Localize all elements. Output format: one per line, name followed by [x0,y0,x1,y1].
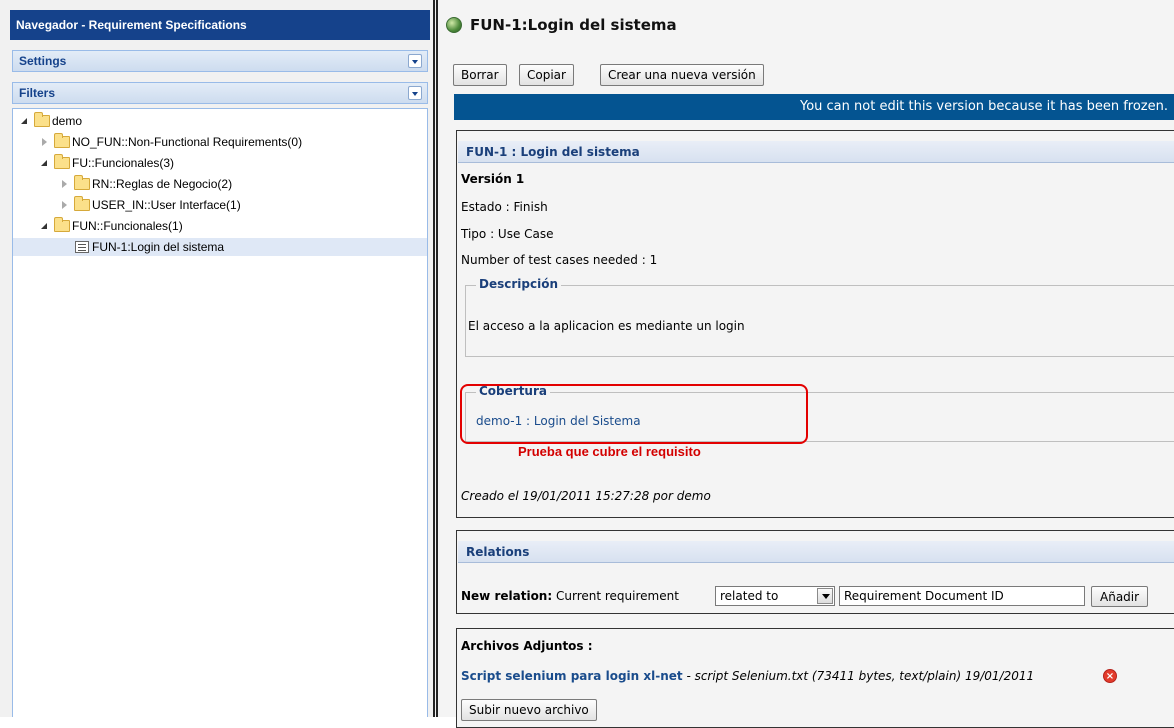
delete-button[interactable]: Borrar [453,64,507,86]
title-row: FUN-1:Login del sistema [446,16,677,34]
tree-node-label: demo [52,114,83,128]
test-cases-text: Number of test cases needed : 1 [461,253,658,267]
tree-node-label: USER_IN::User Interface(1) [92,198,241,212]
description-box: Descripción El acceso a la aplicacion es… [465,277,1174,357]
upload-file-button[interactable]: Subir nuevo archivo [461,699,597,721]
requirement-tree: demo NO_FUN::Non-Functional Requirements… [12,108,428,717]
tree-node-label: FUN-1:Login del sistema [92,240,225,254]
tree-node-demo[interactable]: demo [19,112,82,130]
dropdown-arrow-icon[interactable] [817,588,833,604]
tree-node-label: FU::Funcionales(3) [72,156,175,170]
created-text: Creado el 19/01/2011 15:27:28 por demo [461,489,711,503]
tree-node-no-fun[interactable]: NO_FUN::Non-Functional Requirements(0) [39,133,302,151]
coverage-highlight [460,384,808,444]
settings-panel-header[interactable]: Settings [12,50,428,72]
coverage-annotation: Prueba que cubre el requisito [516,444,703,459]
tree-node-rn[interactable]: RN::Reglas de Negocio(2) [59,175,232,193]
tree-node-label: RN::Reglas de Negocio(2) [92,177,233,191]
tree-node-fun[interactable]: FUN::Funcionales(1) [39,217,183,235]
relations-section: Relations New relation: Current requirem… [456,530,1174,614]
version-label: Versión 1 [461,172,525,186]
folder-icon [74,196,90,211]
folder-icon [34,112,50,127]
tree-node-fu[interactable]: FU::Funcionales(3) [39,154,174,172]
tree-node-label: FUN::Funcionales(1) [72,219,183,233]
expand-arrow-icon[interactable] [19,115,31,127]
requirement-icon [75,241,89,253]
expand-arrow-icon[interactable] [59,199,71,211]
copy-button[interactable]: Copiar [519,64,574,86]
folder-icon [54,154,70,169]
new-relation-row: New relation: Current requirement [461,589,679,603]
folder-icon [54,133,70,148]
tree-node-label: NO_FUN::Non-Functional Requirements(0) [72,135,303,149]
requirement-header: FUN-1 : Login del sistema [458,141,1174,163]
requirement-details: FUN-1 : Login del sistema Versión 1 Esta… [456,130,1174,518]
tree-node-fun-1[interactable]: FUN-1:Login del sistema [13,238,427,256]
globe-icon [446,17,462,33]
description-legend: Descripción [476,277,561,291]
attachment-info: - script Selenium.txt (73411 bytes, text… [682,669,1035,683]
expand-arrow-icon[interactable] [59,178,71,190]
folder-icon [74,175,90,190]
filters-label: Filters [19,86,56,100]
requirement-doc-id-input[interactable]: Requirement Document ID [839,586,1085,606]
tree-node-user-in[interactable]: USER_IN::User Interface(1) [59,196,241,214]
chevron-down-icon[interactable] [408,54,422,68]
attachment-link[interactable]: Script selenium para login xl-net [461,669,683,683]
chevron-down-icon[interactable] [408,86,422,100]
add-relation-button[interactable]: Añadir [1091,586,1149,607]
folder-icon [54,217,70,232]
attachments-header: Archivos Adjuntos : [461,639,593,653]
new-relation-label: New relation: [461,589,553,603]
relation-type-value: related to [720,589,779,603]
page-title: FUN-1:Login del sistema [470,16,677,34]
settings-label: Settings [19,54,67,68]
requirement-view: FUN-1:Login del sistema Borrar Copiar Cr… [440,0,1174,728]
navigator-title: Navegador - Requirement Specifications [10,10,430,40]
doc-id-value: Requirement Document ID [844,589,1004,603]
frozen-message: You can not edit this version because it… [454,94,1174,120]
expand-arrow-icon[interactable] [39,136,51,148]
expand-arrow-icon[interactable] [39,157,51,169]
description-text: El acceso a la aplicacion es mediante un… [468,319,745,333]
status-text: Estado : Finish [461,200,548,214]
new-version-button[interactable]: Crear una nueva versión [600,64,764,86]
current-requirement-label: Current requirement [555,589,679,603]
attachments-section: Archivos Adjuntos : Script selenium para… [456,628,1174,728]
filters-panel-header[interactable]: Filters [12,82,428,104]
type-text: Tipo : Use Case [461,227,554,241]
relation-type-select[interactable]: related to [715,586,835,606]
relations-header: Relations [458,541,1174,563]
navigator-panel: Navegador - Requirement Specifications S… [0,0,430,717]
delete-attachment-icon[interactable]: × [1103,669,1117,683]
panel-splitter[interactable] [430,0,440,717]
expand-arrow-icon[interactable] [39,220,51,232]
attachment-row: Script selenium para login xl-net - scri… [461,669,1034,683]
